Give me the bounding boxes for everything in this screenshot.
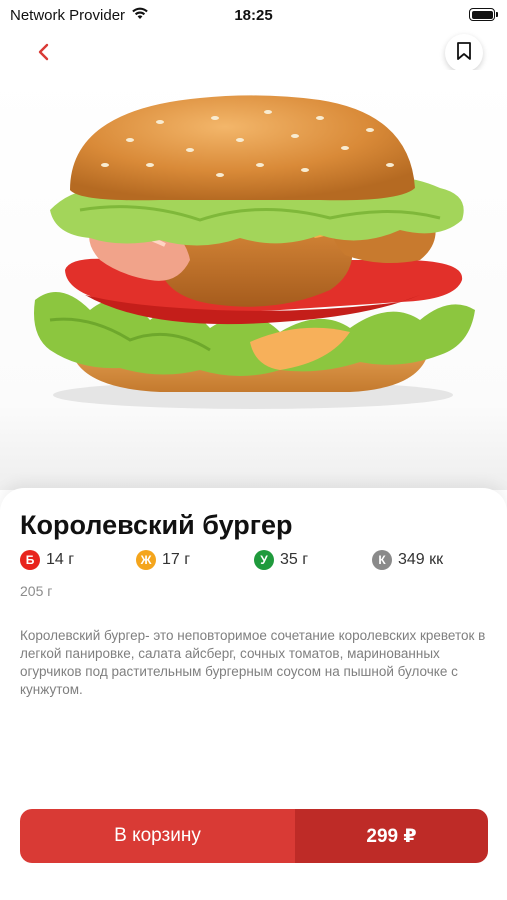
nutrition-calories: К 349 кк (372, 550, 443, 570)
chevron-left-icon (37, 43, 51, 66)
burger-image (34, 95, 475, 409)
nutrition-carbs: У 35 г (254, 550, 308, 570)
status-bar: Network Provider 18:25 (0, 0, 507, 30)
battery-icon (469, 8, 498, 21)
product-description: Королевский бургер- это неповторимое соч… (20, 628, 486, 697)
fat-value: 17 г (162, 551, 191, 568)
nutrition-fat: Ж 17 г (136, 550, 190, 570)
product-title: Королевский бургер (20, 510, 293, 540)
product-image (0, 70, 507, 490)
calories-value: 349 кк (398, 551, 444, 568)
nutrition-protein: Б 14 г (20, 550, 74, 570)
add-to-cart-button[interactable]: В корзину 299 ₽ (20, 809, 488, 863)
protein-badge: Б (20, 550, 40, 570)
add-to-cart-label: В корзину (20, 809, 295, 863)
carrier-label: Network Provider (10, 6, 126, 24)
bookmark-button[interactable] (445, 34, 483, 72)
protein-value: 14 г (46, 551, 75, 568)
bookmark-icon (456, 41, 472, 66)
calories-badge: К (372, 550, 392, 570)
product-price: 299 ₽ (295, 809, 488, 863)
product-weight: 205 г (20, 583, 53, 599)
fat-badge: Ж (136, 550, 156, 570)
wifi-icon (131, 6, 149, 24)
back-button[interactable] (30, 40, 58, 68)
carbs-value: 35 г (280, 551, 309, 568)
nutrition-facts: Б 14 г Ж 17 г У 35 г К 349 кк (20, 550, 490, 572)
carbs-badge: У (254, 550, 274, 570)
